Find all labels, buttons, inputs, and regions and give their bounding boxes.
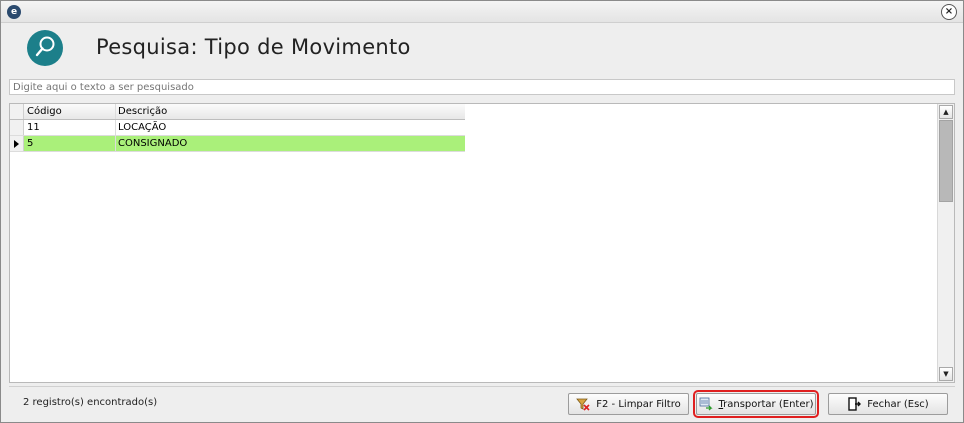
clear-filter-label: F2 - Limpar Filtro (596, 398, 681, 410)
row-indicator-header (10, 104, 24, 119)
transport-label: Transportar (Enter) (718, 398, 814, 410)
status-bar: 2 registro(s) encontrado(s) F2 - Limpar … (9, 386, 955, 418)
search-icon (27, 30, 63, 66)
transport-icon (699, 397, 713, 411)
current-row-arrow-icon (14, 140, 19, 148)
title-bar: e × (1, 1, 963, 23)
close-button[interactable]: Fechar (Esc) (828, 393, 948, 415)
results-grid[interactable]: Código Descrição 11 LOCAÇÃO 5 CONSIGNADO… (9, 103, 955, 383)
table-row-selected[interactable]: 5 CONSIGNADO (10, 136, 465, 152)
table-header: Código Descrição (10, 104, 465, 120)
close-label: Fechar (Esc) (867, 398, 929, 410)
window-close-button[interactable]: × (941, 4, 957, 20)
results-table: Código Descrição 11 LOCAÇÃO 5 CONSIGNADO (10, 104, 465, 152)
scroll-down-button[interactable]: ▼ (939, 367, 953, 381)
cell-description: LOCAÇÃO (118, 122, 167, 133)
app-icon: e (7, 5, 21, 19)
dialog-header: Pesquisa: Tipo de Movimento (1, 24, 963, 74)
transport-button[interactable]: Transportar (Enter) (693, 390, 819, 418)
column-header-description[interactable]: Descrição (116, 104, 465, 119)
record-count: 2 registro(s) encontrado(s) (23, 397, 158, 408)
vertical-scrollbar[interactable]: ▲ ▼ (937, 104, 954, 382)
cell-description: CONSIGNADO (116, 136, 465, 151)
row-indicator (10, 136, 24, 151)
exit-door-icon (847, 397, 862, 411)
clear-filter-icon (576, 397, 590, 411)
scroll-thumb[interactable] (939, 120, 953, 202)
search-input[interactable] (9, 79, 955, 95)
clear-filter-button[interactable]: F2 - Limpar Filtro (568, 393, 689, 415)
row-indicator (10, 120, 24, 135)
search-dialog: e × Pesquisa: Tipo de Movimento Código D… (0, 0, 964, 423)
cell-code: 11 (24, 120, 116, 135)
column-header-code[interactable]: Código (24, 104, 116, 119)
cell-code: 5 (24, 136, 116, 151)
page-title: Pesquisa: Tipo de Movimento (96, 35, 411, 59)
scroll-up-button[interactable]: ▲ (939, 105, 953, 119)
table-row[interactable]: 11 LOCAÇÃO (10, 120, 465, 136)
